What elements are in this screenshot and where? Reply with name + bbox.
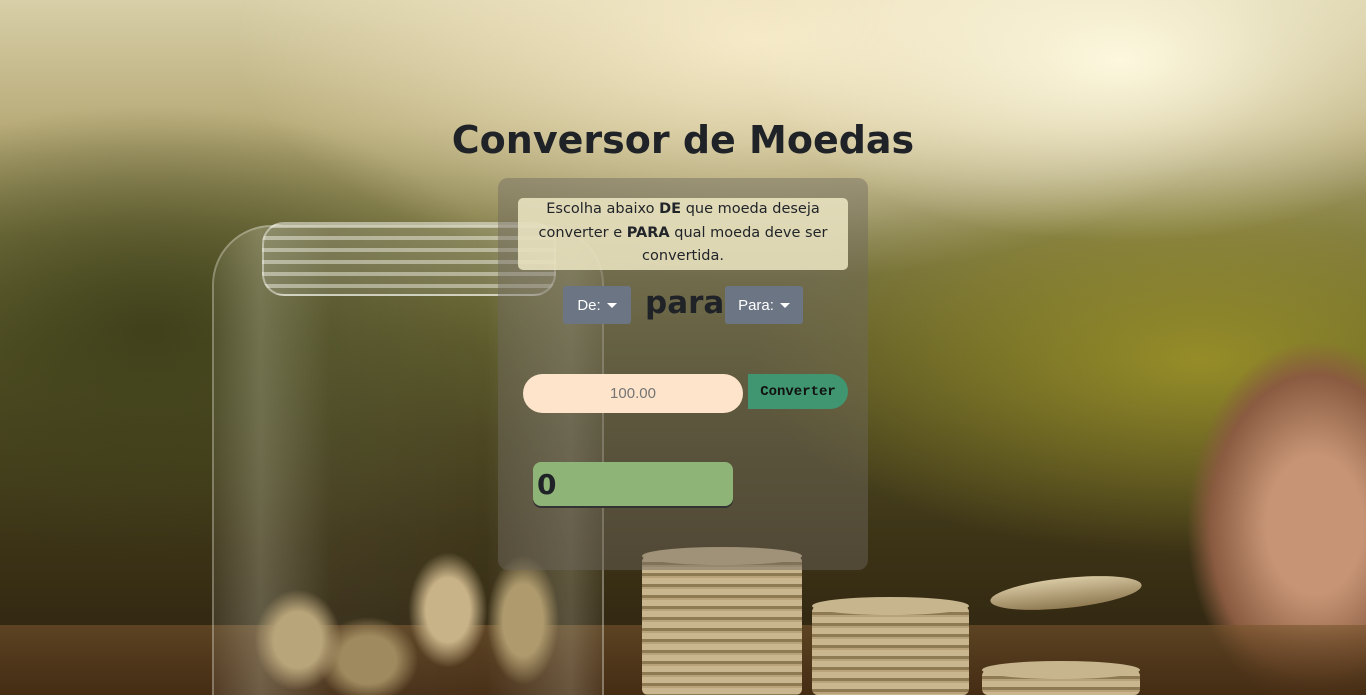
coin-stack-image: [982, 661, 1140, 695]
result-display: 0: [533, 462, 733, 506]
from-currency-dropdown[interactable]: De:: [563, 286, 631, 324]
coin-stack-image: [642, 547, 802, 695]
instructions-box: Escolha abaixo DE que moeda deseja conve…: [518, 198, 848, 270]
page-title: Conversor de Moedas: [451, 118, 915, 162]
instructions-text-3: qual moeda deve ser convertida.: [642, 224, 828, 265]
instructions-de: DE: [659, 201, 682, 217]
amount-input[interactable]: [523, 374, 743, 413]
from-currency-label: De:: [577, 296, 601, 314]
coin-stack-image: [812, 597, 969, 695]
caret-down-icon: [606, 303, 617, 308]
separator-label: para: [645, 285, 725, 321]
convert-button[interactable]: Converter: [748, 374, 848, 409]
caret-down-icon: [779, 303, 790, 308]
instructions-text-1: Escolha abaixo: [546, 201, 660, 217]
to-currency-dropdown[interactable]: Para:: [725, 286, 803, 324]
instructions-para: PARA: [626, 224, 670, 241]
to-currency-label: Para:: [738, 296, 774, 314]
